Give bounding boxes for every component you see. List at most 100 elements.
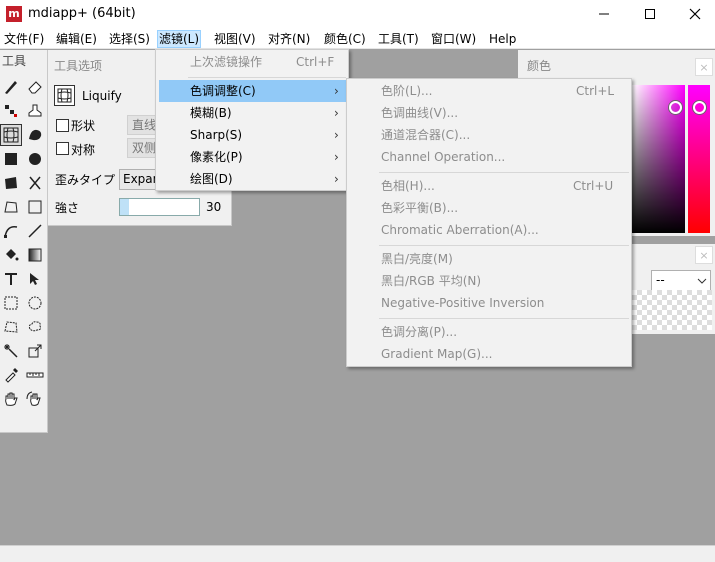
distort-type-label: 歪みタイプ — [55, 173, 116, 187]
minimize-icon — [599, 13, 609, 15]
symmetry-field[interactable]: 双侧 — [127, 138, 157, 158]
levels-shortcut: Ctrl+L — [576, 84, 615, 98]
menu-bar: 文件(F) 编辑(E) 选择(S) 滤镜(L) 视图(V) 对齐(N) 颜色(C… — [0, 28, 715, 49]
polygon-icon[interactable] — [0, 196, 22, 218]
line-icon[interactable] — [24, 220, 46, 242]
menu-align[interactable]: 对齐(N) — [267, 30, 311, 48]
transform-icon[interactable] — [24, 340, 46, 362]
menu-item-negative-positive-inversion[interactable]: Negative-Positive Inversion — [381, 292, 544, 314]
submenu-arrow-icon: › — [334, 150, 339, 164]
strength-slider-fill — [120, 199, 130, 215]
shape-label: 形状 — [71, 119, 96, 133]
menu-item-draw[interactable]: 绘图(D) — [156, 168, 348, 190]
dot-pattern-icon[interactable] — [0, 100, 22, 122]
menu-view[interactable]: 视图(V) — [213, 30, 257, 48]
blend-icon[interactable] — [24, 124, 46, 146]
symmetry-label: 对称 — [71, 143, 96, 157]
bezier-icon[interactable] — [0, 220, 22, 242]
ruler-icon[interactable] — [24, 364, 46, 386]
text-icon[interactable] — [0, 268, 22, 290]
eyedropper-icon[interactable] — [0, 364, 22, 386]
rotate-hand-icon[interactable] — [24, 388, 46, 410]
strength-slider[interactable] — [119, 198, 200, 216]
shape-checkbox[interactable] — [56, 119, 69, 132]
menu-item-chromatic-aberration[interactable]: Chromatic Aberration(A)... — [381, 219, 539, 241]
color-panel-close-button[interactable]: × — [695, 58, 713, 76]
menu-item-tone-curve[interactable]: 色调曲线(V)... — [381, 102, 458, 124]
minimize-button[interactable] — [581, 0, 627, 28]
menu-file[interactable]: 文件(F) — [3, 30, 45, 48]
shape-field[interactable]: 直线 — [127, 115, 157, 135]
menu-item-levels[interactable]: 色阶(L)... — [381, 80, 433, 102]
tool-name: Liquify — [82, 89, 122, 103]
menu-item-color-balance[interactable]: 色彩平衡(B)... — [381, 197, 458, 219]
pen-icon[interactable] — [0, 76, 22, 98]
liquify-tool-icon — [54, 85, 75, 106]
menu-item-color-adjust[interactable]: 色调调整(C) — [159, 80, 346, 102]
cloud-lasso-icon[interactable] — [24, 316, 46, 338]
hue-shortcut: Ctrl+U — [573, 179, 614, 193]
stamp-icon[interactable] — [24, 100, 46, 122]
menu-separator — [379, 245, 629, 246]
status-bar — [0, 545, 715, 562]
move-icon[interactable] — [24, 268, 46, 290]
eraser-icon[interactable] — [24, 76, 46, 98]
menu-select[interactable]: 选择(S) — [108, 30, 151, 48]
strength-label: 強さ — [55, 201, 80, 215]
bucket-icon[interactable] — [0, 244, 22, 266]
chevron-down-icon — [697, 278, 707, 284]
menu-filter[interactable]: 滤镜(L) — [157, 30, 202, 48]
filter-menu: 上次滤镜操作 Ctrl+F 色调调整(C) › 模糊(B) › Sharp(S)… — [155, 49, 349, 191]
menu-separator — [379, 318, 629, 319]
menu-edit[interactable]: 编辑(E) — [55, 30, 98, 48]
shape-fill-icon[interactable] — [0, 172, 22, 194]
square-fill-icon[interactable] — [0, 148, 22, 170]
menu-separator — [188, 77, 346, 78]
submenu-arrow-icon: › — [334, 128, 339, 142]
submenu-arrow-icon: › — [334, 84, 339, 98]
circle-fill-icon[interactable] — [24, 148, 46, 170]
menu-item-grayscale-luminance[interactable]: 黑白/亮度(M) — [381, 248, 453, 270]
gradient-icon[interactable] — [24, 244, 46, 266]
color-panel-title: 颜色 — [527, 59, 552, 73]
layer-panel-close-button[interactable]: × — [695, 246, 713, 264]
menu-item-channel-mixer[interactable]: 通道混合器(C)... — [381, 124, 470, 146]
tool-panel-title: 工具 — [2, 54, 27, 68]
menu-item-blur[interactable]: 模糊(B) — [156, 102, 348, 124]
distort-type-select[interactable]: Expans — [119, 169, 157, 190]
layer-thumbnail[interactable] — [632, 290, 712, 330]
menu-item-hue[interactable]: 色相(H)... — [381, 175, 435, 197]
menu-tools[interactable]: 工具(T) — [377, 30, 420, 48]
menu-item-posterize[interactable]: 色调分离(P)... — [381, 321, 457, 343]
hand-icon[interactable] — [0, 388, 22, 410]
menu-item-sharp[interactable]: Sharp(S) — [156, 124, 348, 146]
maximize-icon — [645, 9, 655, 19]
last-filter-shortcut: Ctrl+F — [296, 55, 335, 69]
window-title: mdiapp+ (64bit) — [28, 6, 136, 21]
strength-value: 30 — [206, 200, 222, 214]
color-sv-marker[interactable] — [669, 101, 682, 114]
submenu-arrow-icon: › — [334, 106, 339, 120]
ellipse-select-icon[interactable] — [24, 292, 46, 314]
layer-blend-select[interactable]: -- — [651, 270, 711, 291]
menu-window[interactable]: 窗口(W) — [430, 30, 477, 48]
cut-icon[interactable] — [24, 172, 46, 194]
lasso-icon[interactable] — [0, 316, 22, 338]
maximize-button[interactable] — [627, 0, 673, 28]
menu-item-channel-operation[interactable]: Channel Operation... — [381, 146, 505, 168]
close-button[interactable] — [672, 0, 715, 28]
liquify-icon[interactable] — [0, 124, 22, 146]
menu-item-gradient-map[interactable]: Gradient Map(G)... — [381, 343, 492, 365]
magic-wand-icon[interactable] — [0, 340, 22, 362]
rectangle-icon[interactable] — [24, 196, 46, 218]
color-adjust-submenu: 色阶(L)... Ctrl+L 色调曲线(V)... 通道混合器(C)... C… — [346, 78, 632, 367]
menu-item-pixelate[interactable]: 像素化(P) — [156, 146, 348, 168]
symmetry-checkbox[interactable] — [56, 142, 69, 155]
menu-color[interactable]: 颜色(C) — [323, 30, 367, 48]
menu-separator — [379, 172, 629, 173]
app-logo: m — [6, 6, 22, 22]
rect-select-icon[interactable] — [0, 292, 22, 314]
menu-item-grayscale-rgb-average[interactable]: 黑白/RGB 平均(N) — [381, 270, 481, 292]
menu-help[interactable]: Help — [488, 30, 517, 48]
color-hue-marker[interactable] — [693, 101, 706, 114]
